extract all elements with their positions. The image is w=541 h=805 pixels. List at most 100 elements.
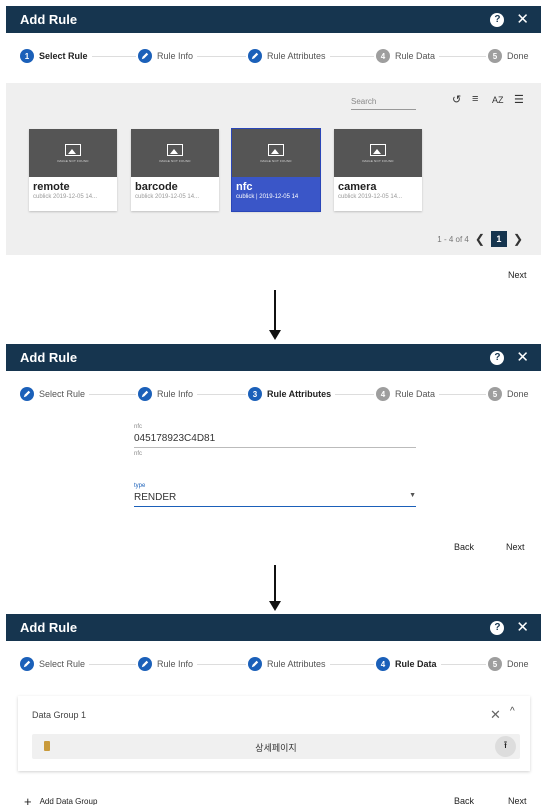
chevron-up-icon[interactable]: ^	[510, 706, 515, 717]
step-label: Rule Data	[395, 389, 436, 399]
step-label: Rule Attributes	[267, 659, 326, 669]
rule-card-camera[interactable]: IMAGE NOT FOUND camera cublick 2019-12-0…	[334, 129, 422, 211]
step-label: Select Rule	[39, 389, 86, 399]
dialog-title: Add Rule	[20, 350, 78, 365]
add-rule-dialog-step-3: Add Rule ? ✕ Select Rule Rule Info 3 Rul…	[6, 344, 541, 559]
sort-az-icon[interactable]: AZ	[492, 95, 504, 105]
plus-icon: +	[24, 794, 32, 805]
refresh-icon[interactable]: ↺	[452, 93, 461, 106]
next-button[interactable]: Next	[508, 796, 527, 805]
back-button[interactable]: Back	[454, 796, 474, 805]
data-row: 상세페이지 ⭱	[32, 734, 520, 759]
step-number: 4	[376, 657, 390, 671]
step-label: Select Rule	[39, 51, 88, 61]
card-name: nfc	[236, 181, 253, 193]
step-rule-attributes: Rule Attributes	[248, 657, 330, 671]
step-label: Rule Info	[157, 659, 194, 669]
close-icon[interactable]: ✕	[516, 12, 529, 27]
flow-arrow-icon	[269, 565, 281, 611]
add-data-group-label: Add Data Group	[39, 797, 98, 805]
step-rule-attributes: 3 Rule Attributes	[248, 387, 336, 401]
rule-card-nfc[interactable]: IMAGE NOT FOUND nfc cublick | 2019-12-05…	[231, 128, 321, 212]
step-label: Rule Info	[157, 51, 194, 61]
help-icon[interactable]: ?	[490, 12, 505, 27]
type-select[interactable]: type RENDER ▼	[134, 483, 416, 507]
help-icon[interactable]: ?	[490, 620, 505, 635]
rule-card-barcode[interactable]: IMAGE NOT FOUND barcode cublick 2019-12-…	[131, 129, 219, 211]
step-select-rule: Select Rule	[20, 387, 90, 401]
dialog-header: Add Rule ? ✕	[6, 344, 541, 371]
step-select-rule: 1 Select Rule	[20, 49, 92, 63]
edit-icon	[248, 657, 262, 671]
next-page-icon[interactable]: ❯	[513, 232, 523, 246]
add-rule-dialog-step-1: Add Rule ? ✕ 1 Select Rule Rule Info Rul…	[6, 6, 541, 286]
edit-icon	[138, 387, 152, 401]
edit-icon	[138, 49, 152, 63]
dialog-title: Add Rule	[20, 12, 78, 27]
edit-icon	[138, 657, 152, 671]
search-input[interactable]: Search	[351, 97, 416, 110]
sort-icon[interactable]: ≡	[472, 93, 478, 105]
step-label: Done	[507, 389, 529, 399]
step-rule-data: 4 Rule Data	[376, 657, 441, 671]
help-icon[interactable]: ?	[490, 350, 505, 365]
step-rule-info: Rule Info	[138, 657, 198, 671]
edit-icon	[20, 387, 34, 401]
back-button[interactable]: Back	[454, 542, 474, 552]
step-label: Rule Data	[395, 51, 436, 61]
step-label: Rule Attributes	[267, 389, 332, 399]
add-rule-dialog-step-4: Add Rule ? ✕ Select Rule Rule Info Rule …	[6, 614, 541, 805]
list-view-icon[interactable]: ☰	[514, 93, 524, 106]
pagination: 1 - 4 of 4 ❮ 1 ❯	[437, 231, 529, 247]
step-number: 5	[488, 387, 502, 401]
card-meta: cublick | 2019-12-05 14	[236, 194, 299, 200]
next-button[interactable]: Next	[508, 270, 527, 280]
nfc-field[interactable]: nfc 045178923C4D81 nfc	[134, 424, 416, 457]
card-name: remote	[33, 181, 70, 193]
data-group-card: Data Group 1 ✕ ^ 상세페이지 ⭱	[18, 696, 530, 771]
step-label: Rule Attributes	[267, 51, 326, 61]
close-icon[interactable]: ✕	[516, 350, 529, 365]
step-rule-info: Rule Info	[138, 387, 198, 401]
add-data-group-button[interactable]: + Add Data Group	[24, 794, 97, 805]
rule-card-remote[interactable]: IMAGE NOT FOUND remote cublick 2019-12-0…	[29, 129, 117, 211]
step-label: Rule Info	[157, 389, 194, 399]
step-select-rule: Select Rule	[20, 657, 90, 671]
image-icon	[268, 143, 284, 156]
next-button[interactable]: Next	[506, 542, 525, 552]
page-range: 1 - 4 of 4	[437, 234, 469, 244]
step-rule-info: Rule Info	[138, 49, 198, 63]
stepper: Select Rule Rule Info 3 Rule Attributes …	[6, 371, 541, 421]
card-name: camera	[338, 181, 377, 193]
step-rule-data: 4 Rule Data	[376, 49, 440, 63]
image-icon	[167, 143, 183, 156]
dialog-title: Add Rule	[20, 620, 78, 635]
card-name: barcode	[135, 181, 178, 193]
step-label: Select Rule	[39, 659, 86, 669]
rule-gallery: Search ↺ ≡ AZ ☰ IMAGE NOT FOUND remote c…	[6, 83, 541, 255]
step-done: 5 Done	[488, 387, 533, 401]
step-number: 4	[376, 49, 390, 63]
image-placeholder: IMAGE NOT FOUND	[29, 129, 117, 177]
step-number: 5	[488, 657, 502, 671]
dialog-header: Add Rule ? ✕	[6, 614, 541, 641]
step-done: 5 Done	[488, 657, 533, 671]
step-number: 4	[376, 387, 390, 401]
type-dropdown[interactable]: RENDER ▼	[134, 489, 416, 507]
current-page[interactable]: 1	[490, 231, 507, 247]
image-placeholder: IMAGE NOT FOUND	[131, 129, 219, 177]
stepper: Select Rule Rule Info Rule Attributes 4 …	[6, 641, 541, 691]
prev-page-icon[interactable]: ❮	[475, 232, 485, 246]
step-label: Done	[507, 659, 529, 669]
upload-icon[interactable]: ⭱	[495, 736, 516, 757]
card-meta: cublick 2019-12-05 14...	[33, 194, 98, 200]
nfc-input[interactable]: 045178923C4D81	[134, 430, 416, 448]
chevron-down-icon: ▼	[409, 492, 416, 499]
close-icon[interactable]: ✕	[490, 707, 501, 723]
step-label: Done	[507, 51, 529, 61]
image-icon	[370, 143, 386, 156]
edit-icon	[20, 657, 34, 671]
image-placeholder: IMAGE NOT FOUND	[232, 129, 320, 177]
step-number: 5	[488, 49, 502, 63]
close-icon[interactable]: ✕	[516, 620, 529, 635]
